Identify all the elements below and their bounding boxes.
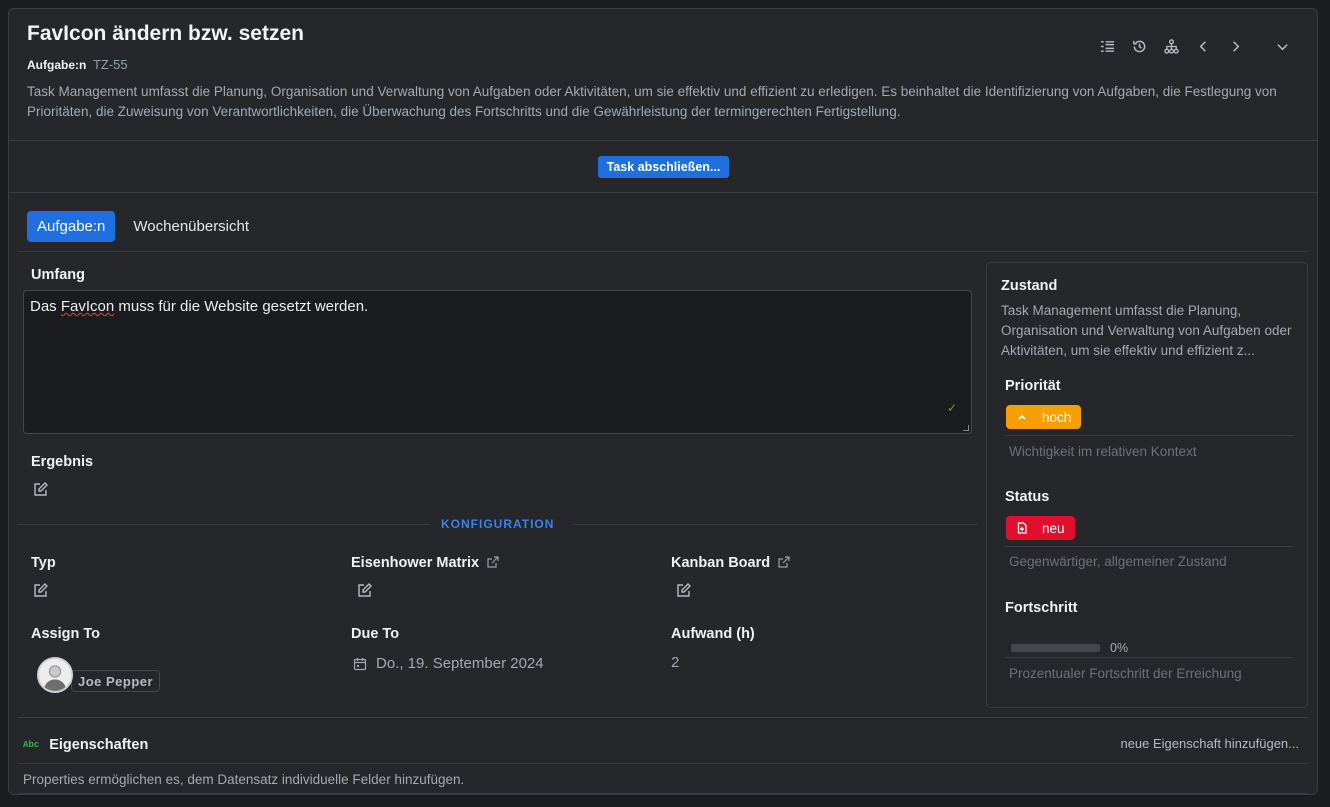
scope-label: Umfang [31, 267, 85, 283]
history-icon[interactable] [1123, 33, 1155, 59]
task-window: FavIcon ändern bzw. setzen Aufgabe:n TZ-… [8, 8, 1318, 795]
chevron-left-icon[interactable] [1187, 33, 1219, 59]
header-toolbar [1091, 33, 1299, 63]
chevron-right-icon[interactable] [1219, 33, 1251, 59]
divider [1005, 657, 1293, 658]
tab-wochenuebersicht[interactable]: Wochenübersicht [123, 211, 259, 242]
divider [18, 251, 1308, 252]
task-type-label: Aufgabe:n [27, 58, 87, 72]
divider [9, 192, 1317, 193]
scope-text-pre: Das [30, 298, 61, 315]
priority-value: hoch [1042, 409, 1072, 425]
add-property-link[interactable]: neue Eigenschaft hinzufügen... [1120, 736, 1299, 751]
check-icon: ✓ [946, 401, 957, 415]
state-description: Task Management umfasst die Planung, Org… [1001, 303, 1292, 358]
avatar [37, 657, 73, 693]
priority-badge[interactable]: hoch [1006, 405, 1082, 429]
effort-value[interactable]: 2 [671, 654, 679, 671]
status-label: Status [1005, 489, 1050, 505]
progress-label: Fortschritt [1005, 600, 1078, 616]
divider [18, 793, 1308, 794]
type-label: Typ [31, 555, 56, 571]
progress-hint: Prozentualer Fortschritt der Erreichung [1009, 666, 1242, 681]
external-link-icon[interactable] [778, 556, 790, 568]
state-panel: Zustand Task Management umfasst die Plan… [986, 262, 1308, 708]
result-label: Ergebnis [31, 454, 94, 470]
divider-right [573, 524, 977, 525]
assign-label: Assign To [31, 626, 101, 642]
edit-result-icon[interactable] [33, 481, 49, 497]
divider [1005, 435, 1293, 436]
effort-label: Aufwand (h) [671, 626, 755, 642]
edit-kanban-icon[interactable] [676, 582, 692, 598]
due-date[interactable]: Do., 19. September 2024 [353, 655, 544, 672]
eisenhower-label: Eisenhower Matrix [351, 555, 499, 571]
eisenhower-label-text: Eisenhower Matrix [351, 555, 480, 571]
task-subtitle: Aufgabe:n TZ-55 [27, 57, 128, 72]
properties-title: Eigenschaften [49, 737, 149, 753]
progress-value: 0% [1110, 641, 1129, 655]
status-badge[interactable]: neu [1006, 516, 1075, 540]
properties-description: Properties ermöglichen es, dem Datensatz… [23, 772, 465, 787]
new-file-icon [1017, 522, 1027, 534]
hierarchy-icon[interactable] [1155, 33, 1187, 59]
divider [18, 763, 1308, 764]
complete-task-button[interactable]: Task abschließen... [598, 156, 729, 178]
scope-textarea[interactable]: Das FavIcon muss für die Website gesetzt… [23, 290, 972, 434]
configuration-divider: KONFIGURATION [17, 516, 977, 532]
progress-bar [1011, 644, 1100, 652]
edit-type-icon[interactable] [33, 582, 49, 598]
kanban-label: Kanban Board [671, 555, 790, 571]
list-icon[interactable] [1091, 33, 1123, 59]
properties-header: Abc Eigenschaften [23, 737, 148, 753]
divider [9, 140, 1317, 141]
assignee-name: Joe Pepper [71, 670, 161, 692]
due-label: Due To [351, 626, 400, 642]
edit-eisenhower-icon[interactable] [357, 582, 373, 598]
task-description: Task Management umfasst die Planung, Org… [27, 84, 1277, 119]
divider-left [17, 524, 429, 525]
abc-icon: Abc [23, 740, 40, 750]
scope-text-flagged: FavIcon [60, 298, 115, 315]
progress-indicator[interactable]: 0% [1011, 641, 1128, 655]
calendar-icon [353, 657, 367, 670]
priority-hint: Wichtigkeit im relativen Kontext [1009, 444, 1197, 459]
page-title: FavIcon ändern bzw. setzen [27, 22, 304, 45]
assignee[interactable]: Joe Pepper [37, 657, 161, 693]
tab-aufgaben[interactable]: Aufgabe:n [27, 211, 116, 242]
external-link-icon[interactable] [487, 556, 499, 568]
kanban-label-text: Kanban Board [671, 555, 771, 571]
divider [18, 717, 1308, 718]
configuration-heading: KONFIGURATION [441, 517, 555, 531]
tab-bar: Aufgabe:n Wochenübersicht [27, 211, 259, 242]
due-date-value: Do., 19. September 2024 [376, 655, 544, 672]
chevron-up-icon [1018, 414, 1026, 420]
chevron-down-icon[interactable] [1265, 29, 1299, 63]
resize-handle[interactable] [963, 425, 969, 431]
status-hint: Gegenwärtiger, allgemeiner Zustand [1009, 554, 1227, 569]
task-key: TZ-55 [92, 57, 128, 72]
scope-text-post: muss für die Website gesetzt werden. [114, 298, 369, 315]
state-title: Zustand [1001, 278, 1058, 294]
divider [1005, 546, 1293, 547]
status-value: neu [1042, 520, 1065, 536]
priority-label: Priorität [1005, 378, 1061, 394]
